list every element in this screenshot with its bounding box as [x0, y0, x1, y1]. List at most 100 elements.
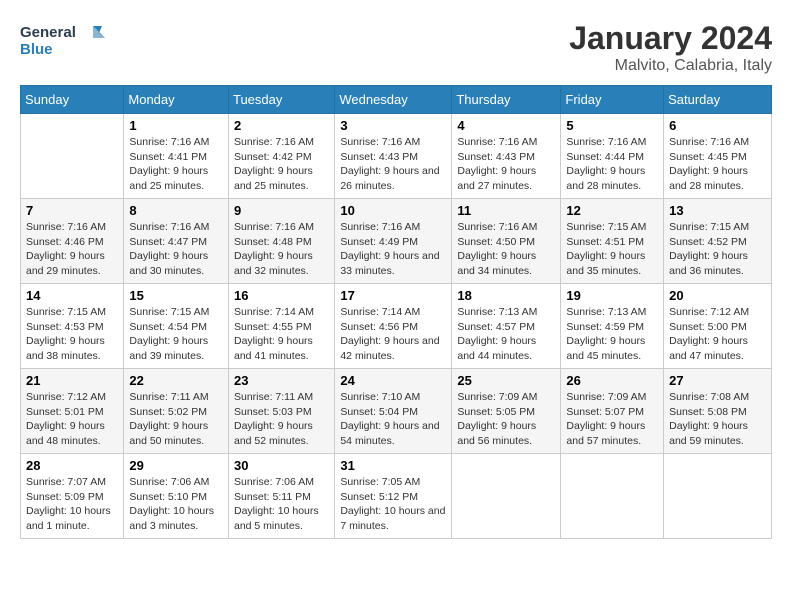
- day-info: Sunrise: 7:16 AM Sunset: 4:48 PM Dayligh…: [234, 220, 329, 279]
- calendar-table: SundayMondayTuesdayWednesdayThursdayFrid…: [20, 85, 772, 539]
- sunrise-text: Sunrise: 7:16 AM: [129, 221, 209, 233]
- daylight-text: Daylight: 10 hours and 3 minutes.: [129, 505, 214, 532]
- day-number: 21: [26, 373, 118, 388]
- calendar-cell: 10 Sunrise: 7:16 AM Sunset: 4:49 PM Dayl…: [335, 199, 452, 284]
- daylight-text: Daylight: 9 hours and 41 minutes.: [234, 335, 313, 362]
- day-info: Sunrise: 7:10 AM Sunset: 5:04 PM Dayligh…: [340, 390, 446, 449]
- calendar-week-row: 7 Sunrise: 7:16 AM Sunset: 4:46 PM Dayli…: [21, 199, 772, 284]
- calendar-cell: 25 Sunrise: 7:09 AM Sunset: 5:05 PM Dayl…: [452, 369, 561, 454]
- day-info: Sunrise: 7:11 AM Sunset: 5:02 PM Dayligh…: [129, 390, 223, 449]
- location-subtitle: Malvito, Calabria, Italy: [569, 57, 772, 75]
- calendar-cell: [452, 454, 561, 539]
- day-number: 9: [234, 203, 329, 218]
- day-number: 4: [457, 118, 555, 133]
- day-info: Sunrise: 7:16 AM Sunset: 4:50 PM Dayligh…: [457, 220, 555, 279]
- sunset-text: Sunset: 4:44 PM: [566, 151, 644, 163]
- day-number: 20: [669, 288, 766, 303]
- day-number: 2: [234, 118, 329, 133]
- sunset-text: Sunset: 5:03 PM: [234, 406, 312, 418]
- calendar-cell: 6 Sunrise: 7:16 AM Sunset: 4:45 PM Dayli…: [664, 114, 772, 199]
- calendar-week-row: 21 Sunrise: 7:12 AM Sunset: 5:01 PM Dayl…: [21, 369, 772, 454]
- daylight-text: Daylight: 9 hours and 30 minutes.: [129, 250, 208, 277]
- calendar-cell: 1 Sunrise: 7:16 AM Sunset: 4:41 PM Dayli…: [124, 114, 229, 199]
- sunrise-text: Sunrise: 7:15 AM: [129, 306, 209, 318]
- day-number: 7: [26, 203, 118, 218]
- day-info: Sunrise: 7:16 AM Sunset: 4:43 PM Dayligh…: [457, 135, 555, 194]
- calendar-cell: 16 Sunrise: 7:14 AM Sunset: 4:55 PM Dayl…: [228, 284, 334, 369]
- day-info: Sunrise: 7:14 AM Sunset: 4:56 PM Dayligh…: [340, 305, 446, 364]
- day-info: Sunrise: 7:16 AM Sunset: 4:42 PM Dayligh…: [234, 135, 329, 194]
- calendar-cell: 11 Sunrise: 7:16 AM Sunset: 4:50 PM Dayl…: [452, 199, 561, 284]
- day-number: 17: [340, 288, 446, 303]
- calendar-cell: [561, 454, 664, 539]
- svg-text:General: General: [20, 24, 76, 41]
- calendar-cell: 21 Sunrise: 7:12 AM Sunset: 5:01 PM Dayl…: [21, 369, 124, 454]
- sunset-text: Sunset: 4:52 PM: [669, 236, 747, 248]
- day-number: 5: [566, 118, 658, 133]
- day-info: Sunrise: 7:12 AM Sunset: 5:01 PM Dayligh…: [26, 390, 118, 449]
- sunset-text: Sunset: 4:53 PM: [26, 321, 104, 333]
- daylight-text: Daylight: 9 hours and 57 minutes.: [566, 420, 645, 447]
- day-info: Sunrise: 7:11 AM Sunset: 5:03 PM Dayligh…: [234, 390, 329, 449]
- sunrise-text: Sunrise: 7:11 AM: [234, 391, 313, 403]
- sunrise-text: Sunrise: 7:08 AM: [669, 391, 749, 403]
- svg-text:Blue: Blue: [20, 41, 53, 58]
- calendar-cell: 27 Sunrise: 7:08 AM Sunset: 5:08 PM Dayl…: [664, 369, 772, 454]
- sunset-text: Sunset: 5:00 PM: [669, 321, 747, 333]
- daylight-text: Daylight: 9 hours and 36 minutes.: [669, 250, 748, 277]
- daylight-text: Daylight: 9 hours and 33 minutes.: [340, 250, 439, 277]
- sunset-text: Sunset: 5:02 PM: [129, 406, 207, 418]
- calendar-cell: 9 Sunrise: 7:16 AM Sunset: 4:48 PM Dayli…: [228, 199, 334, 284]
- day-number: 18: [457, 288, 555, 303]
- sunset-text: Sunset: 5:04 PM: [340, 406, 418, 418]
- daylight-text: Daylight: 9 hours and 44 minutes.: [457, 335, 536, 362]
- sunrise-text: Sunrise: 7:16 AM: [26, 221, 106, 233]
- daylight-text: Daylight: 9 hours and 45 minutes.: [566, 335, 645, 362]
- sunset-text: Sunset: 4:51 PM: [566, 236, 644, 248]
- daylight-text: Daylight: 9 hours and 50 minutes.: [129, 420, 208, 447]
- sunset-text: Sunset: 4:59 PM: [566, 321, 644, 333]
- daylight-text: Daylight: 9 hours and 35 minutes.: [566, 250, 645, 277]
- day-info: Sunrise: 7:06 AM Sunset: 5:10 PM Dayligh…: [129, 475, 223, 534]
- sunset-text: Sunset: 4:43 PM: [457, 151, 535, 163]
- calendar-cell: 23 Sunrise: 7:11 AM Sunset: 5:03 PM Dayl…: [228, 369, 334, 454]
- day-info: Sunrise: 7:16 AM Sunset: 4:41 PM Dayligh…: [129, 135, 223, 194]
- month-year-title: January 2024: [569, 20, 772, 57]
- day-number: 12: [566, 203, 658, 218]
- sunset-text: Sunset: 5:05 PM: [457, 406, 535, 418]
- day-header-wednesday: Wednesday: [335, 86, 452, 114]
- calendar-cell: 29 Sunrise: 7:06 AM Sunset: 5:10 PM Dayl…: [124, 454, 229, 539]
- daylight-text: Daylight: 9 hours and 39 minutes.: [129, 335, 208, 362]
- day-number: 6: [669, 118, 766, 133]
- day-number: 13: [669, 203, 766, 218]
- day-number: 15: [129, 288, 223, 303]
- daylight-text: Daylight: 9 hours and 38 minutes.: [26, 335, 105, 362]
- day-number: 29: [129, 458, 223, 473]
- sunrise-text: Sunrise: 7:15 AM: [26, 306, 106, 318]
- sunset-text: Sunset: 5:07 PM: [566, 406, 644, 418]
- daylight-text: Daylight: 9 hours and 25 minutes.: [129, 165, 208, 192]
- day-info: Sunrise: 7:16 AM Sunset: 4:47 PM Dayligh…: [129, 220, 223, 279]
- day-header-monday: Monday: [124, 86, 229, 114]
- sunset-text: Sunset: 4:45 PM: [669, 151, 747, 163]
- daylight-text: Daylight: 9 hours and 54 minutes.: [340, 420, 439, 447]
- sunrise-text: Sunrise: 7:10 AM: [340, 391, 420, 403]
- day-info: Sunrise: 7:15 AM Sunset: 4:52 PM Dayligh…: [669, 220, 766, 279]
- sunset-text: Sunset: 4:50 PM: [457, 236, 535, 248]
- day-header-thursday: Thursday: [452, 86, 561, 114]
- sunrise-text: Sunrise: 7:12 AM: [669, 306, 749, 318]
- sunset-text: Sunset: 4:56 PM: [340, 321, 418, 333]
- calendar-header-row: SundayMondayTuesdayWednesdayThursdayFrid…: [21, 86, 772, 114]
- calendar-cell: 20 Sunrise: 7:12 AM Sunset: 5:00 PM Dayl…: [664, 284, 772, 369]
- day-info: Sunrise: 7:14 AM Sunset: 4:55 PM Dayligh…: [234, 305, 329, 364]
- sunset-text: Sunset: 4:42 PM: [234, 151, 312, 163]
- calendar-week-row: 14 Sunrise: 7:15 AM Sunset: 4:53 PM Dayl…: [21, 284, 772, 369]
- day-info: Sunrise: 7:09 AM Sunset: 5:07 PM Dayligh…: [566, 390, 658, 449]
- day-info: Sunrise: 7:16 AM Sunset: 4:49 PM Dayligh…: [340, 220, 446, 279]
- daylight-text: Daylight: 10 hours and 7 minutes.: [340, 505, 445, 532]
- sunrise-text: Sunrise: 7:06 AM: [234, 476, 314, 488]
- sunrise-text: Sunrise: 7:16 AM: [340, 136, 420, 148]
- daylight-text: Daylight: 9 hours and 52 minutes.: [234, 420, 313, 447]
- sunset-text: Sunset: 4:57 PM: [457, 321, 535, 333]
- day-info: Sunrise: 7:13 AM Sunset: 4:57 PM Dayligh…: [457, 305, 555, 364]
